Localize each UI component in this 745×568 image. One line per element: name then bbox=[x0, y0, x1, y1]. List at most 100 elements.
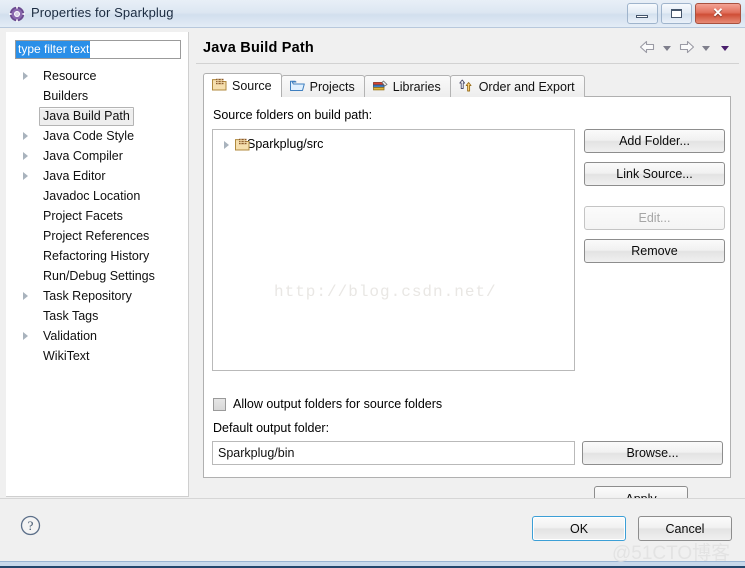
sidebar-item-label: WikiText bbox=[43, 349, 90, 363]
sidebar-item-label: Java Build Path bbox=[39, 107, 134, 126]
dialog-body: type filter text Resource Builders Java … bbox=[0, 28, 745, 511]
close-button[interactable]: ✕ bbox=[695, 3, 741, 24]
sidebar-item-java-build-path[interactable]: Java Build Path bbox=[6, 106, 189, 126]
page-history-nav bbox=[639, 40, 733, 57]
sidebar-item-java-editor[interactable]: Java Editor bbox=[6, 166, 189, 186]
tab-label: Libraries bbox=[392, 79, 441, 94]
order-arrows-icon bbox=[459, 79, 474, 95]
tab-label: Projects bbox=[309, 79, 355, 94]
open-folder-icon bbox=[289, 79, 305, 95]
ok-button[interactable]: OK bbox=[532, 516, 626, 541]
help-icon[interactable]: ? bbox=[20, 515, 41, 536]
title-divider bbox=[196, 63, 739, 64]
chevron-right-icon[interactable] bbox=[23, 152, 28, 160]
minimize-icon bbox=[636, 15, 648, 18]
allow-output-folders-label: Allow output folders for source folders bbox=[233, 397, 443, 411]
page-menu-dropdown-icon[interactable] bbox=[721, 46, 729, 51]
link-source-button[interactable]: Link Source... bbox=[584, 162, 725, 186]
minimize-button[interactable] bbox=[627, 3, 658, 24]
tab-label: Source bbox=[232, 78, 272, 93]
sidebar-item-task-tags[interactable]: Task Tags bbox=[6, 306, 189, 326]
back-arrow-icon[interactable] bbox=[639, 40, 656, 57]
settings-tree: Resource Builders Java Build Path Java C… bbox=[6, 66, 189, 366]
tab-projects[interactable]: Projects bbox=[280, 75, 365, 97]
sidebar-item-label: Refactoring History bbox=[43, 249, 150, 263]
sidebar-item-label: Task Repository bbox=[43, 289, 132, 303]
sidebar-item-label: Project Facets bbox=[43, 209, 123, 223]
sidebar-item-label: Builders bbox=[43, 89, 89, 103]
tab-order-and-export[interactable]: Order and Export bbox=[449, 75, 585, 97]
build-path-tabs: Source Projects Libraries Order and Expo… bbox=[203, 73, 585, 97]
source-folders-list[interactable]: Sparkplug/src bbox=[212, 129, 575, 371]
sidebar-item-refactoring-history[interactable]: Refactoring History bbox=[6, 246, 189, 266]
edit-button: Edit... bbox=[584, 206, 725, 230]
forward-history-dropdown-icon[interactable] bbox=[702, 46, 710, 51]
sidebar-item-label: Resource bbox=[43, 69, 97, 83]
title-bar: Properties for Sparkplug ✕ bbox=[0, 0, 745, 28]
default-output-folder-label: Default output folder: bbox=[213, 421, 330, 435]
maximize-button[interactable] bbox=[661, 3, 692, 24]
settings-nav-pane: type filter text Resource Builders Java … bbox=[6, 32, 189, 497]
forward-arrow-icon[interactable] bbox=[678, 40, 695, 57]
sidebar-item-label: Javadoc Location bbox=[43, 189, 141, 203]
books-icon bbox=[372, 79, 388, 95]
back-history-dropdown-icon[interactable] bbox=[663, 46, 671, 51]
svg-text:?: ? bbox=[28, 518, 34, 533]
gear-icon bbox=[9, 6, 25, 22]
chevron-right-icon[interactable] bbox=[23, 292, 28, 300]
properties-dialog: Properties for Sparkplug ✕ type filter t… bbox=[0, 0, 745, 568]
sidebar-item-label: Java Compiler bbox=[43, 149, 123, 163]
filter-input-text: type filter text bbox=[16, 41, 91, 58]
sidebar-item-javadoc-location[interactable]: Javadoc Location bbox=[6, 186, 189, 206]
sidebar-item-label: Validation bbox=[43, 329, 97, 343]
source-tab-panel: Source folders on build path: Sparkplug/… bbox=[203, 96, 731, 478]
sidebar-item-project-facets[interactable]: Project Facets bbox=[6, 206, 189, 226]
dialog-buttons: OK Cancel bbox=[532, 516, 732, 541]
sidebar-item-wikitext[interactable]: WikiText bbox=[6, 346, 189, 366]
list-item-label: Sparkplug/src bbox=[247, 137, 324, 151]
package-folder-icon bbox=[212, 78, 227, 94]
sidebar-item-resource[interactable]: Resource bbox=[6, 66, 189, 86]
sidebar-item-project-references[interactable]: Project References bbox=[6, 226, 189, 246]
chevron-right-icon[interactable] bbox=[224, 141, 229, 149]
chevron-right-icon[interactable] bbox=[23, 72, 28, 80]
chevron-right-icon[interactable] bbox=[23, 332, 28, 340]
sidebar-item-label: Project References bbox=[43, 229, 150, 243]
window-bottom-edge bbox=[0, 561, 745, 568]
sidebar-item-java-code-style[interactable]: Java Code Style bbox=[6, 126, 189, 146]
settings-content-pane: Java Build Path Source Projects Librarie… bbox=[196, 32, 739, 511]
window-controls: ✕ bbox=[627, 3, 741, 24]
add-folder-button[interactable]: Add Folder... bbox=[584, 129, 725, 153]
dialog-footer: ? OK Cancel bbox=[0, 498, 745, 562]
filter-input[interactable]: type filter text bbox=[15, 40, 181, 59]
default-output-folder-row: Browse... bbox=[212, 441, 723, 465]
chevron-right-icon[interactable] bbox=[23, 172, 28, 180]
sidebar-item-java-compiler[interactable]: Java Compiler bbox=[6, 146, 189, 166]
close-icon: ✕ bbox=[712, 5, 724, 20]
sidebar-item-task-repository[interactable]: Task Repository bbox=[6, 286, 189, 306]
maximize-icon bbox=[671, 9, 682, 18]
sidebar-item-label: Run/Debug Settings bbox=[43, 269, 155, 283]
source-folders-label: Source folders on build path: bbox=[213, 108, 373, 122]
tab-label: Order and Export bbox=[478, 79, 575, 94]
default-output-folder-input[interactable] bbox=[212, 441, 575, 465]
page-title: Java Build Path bbox=[203, 40, 314, 56]
sidebar-item-builders[interactable]: Builders bbox=[6, 86, 189, 106]
allow-output-folders-row[interactable]: Allow output folders for source folders bbox=[213, 397, 442, 411]
sidebar-item-validation[interactable]: Validation bbox=[6, 326, 189, 346]
cancel-button[interactable]: Cancel bbox=[638, 516, 732, 541]
sidebar-item-label: Java Editor bbox=[43, 169, 106, 183]
package-folder-icon bbox=[235, 137, 250, 157]
remove-button[interactable]: Remove bbox=[584, 239, 725, 263]
allow-output-folders-checkbox[interactable] bbox=[213, 397, 226, 411]
sidebar-item-label: Java Code Style bbox=[43, 129, 135, 143]
window-title: Properties for Sparkplug bbox=[31, 5, 174, 20]
sidebar-item-label: Task Tags bbox=[43, 309, 99, 323]
browse-button[interactable]: Browse... bbox=[582, 441, 723, 465]
tab-source[interactable]: Source bbox=[203, 73, 282, 97]
chevron-right-icon[interactable] bbox=[23, 132, 28, 140]
tab-libraries[interactable]: Libraries bbox=[363, 75, 451, 97]
list-item[interactable]: Sparkplug/src bbox=[213, 134, 574, 154]
source-actions: Add Folder... Link Source... Edit... Rem… bbox=[584, 129, 725, 263]
sidebar-item-run-debug-settings[interactable]: Run/Debug Settings bbox=[6, 266, 189, 286]
